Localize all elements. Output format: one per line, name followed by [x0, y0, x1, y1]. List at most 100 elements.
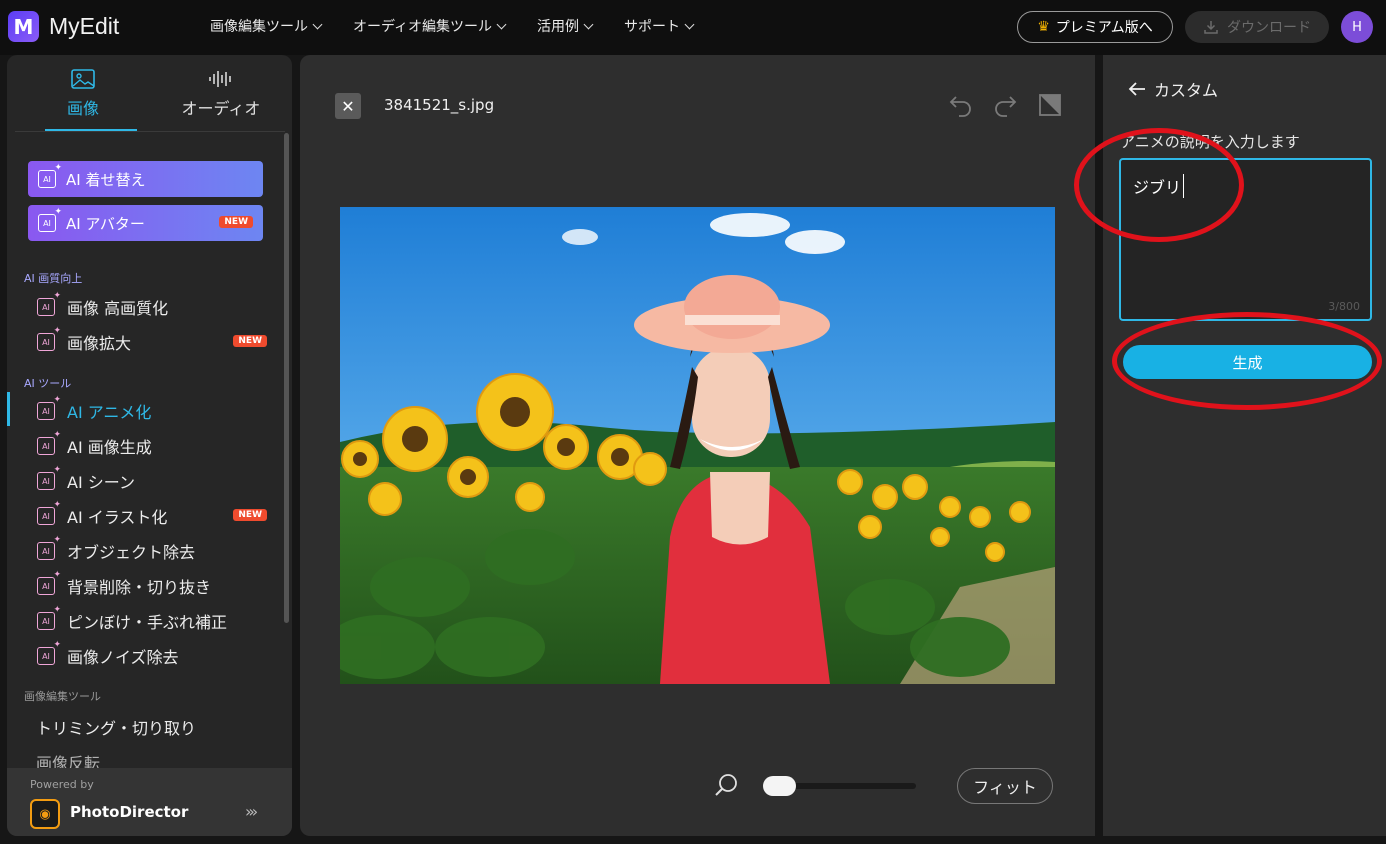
sidebar-item-ai-avatar[interactable]: AI AI アバター NEW: [28, 205, 263, 241]
redo-icon[interactable]: [992, 93, 1018, 117]
sidebar-item-ai-anime[interactable]: AI AI アニメ化: [37, 395, 267, 426]
back-label: カスタム: [1154, 81, 1219, 100]
sidebar-item-label: AI シーン: [67, 473, 135, 492]
ai-sparkle-icon: AI: [37, 500, 61, 525]
download-label: ダウンロード: [1227, 20, 1311, 36]
nav-use-cases[interactable]: 活用例: [537, 16, 594, 36]
settings-panel: カスタム アニメの説明を入力します ジブリ 3/800 生成: [1103, 55, 1386, 836]
powered-by-label: Powered by: [30, 778, 94, 791]
new-badge: NEW: [233, 509, 267, 521]
tab-audio-label: オーディオ: [181, 99, 261, 118]
nav-support[interactable]: サポート: [624, 16, 695, 36]
premium-button[interactable]: ♛ プレミアム版へ: [1017, 11, 1173, 43]
ai-sparkle-icon: AI: [37, 605, 61, 630]
section-title: 画像編集ツール: [24, 690, 101, 703]
chevron-down-icon: [684, 19, 695, 29]
nav-label: 活用例: [537, 19, 580, 35]
sidebar-item-label: 画像 高画質化: [67, 299, 169, 318]
new-badge: NEW: [233, 335, 267, 347]
back-button[interactable]: カスタム: [1128, 77, 1218, 101]
photo-sunflower-girl: [340, 207, 1055, 684]
waveform-icon: [209, 71, 231, 87]
nav-label: オーディオ編集ツール: [353, 19, 493, 35]
crown-icon: ♛: [1037, 19, 1050, 35]
sidebar-item-ai-image-gen[interactable]: AI AI 画像生成: [37, 430, 267, 461]
section-title: AI ツール: [24, 377, 72, 390]
ai-sparkle-icon: AI: [37, 291, 61, 316]
tab-image[interactable]: 画像: [37, 69, 129, 119]
chevron-down-icon: [583, 19, 594, 29]
sidebar-item-enlarge[interactable]: AI 画像拡大 NEW: [37, 326, 267, 357]
undo-icon[interactable]: [948, 93, 974, 117]
nav-label: 画像編集ツール: [210, 19, 308, 35]
main-nav: 画像編集ツール オーディオ編集ツール 活用例 サポート: [210, 16, 725, 36]
image-icon: [71, 69, 95, 89]
sidebar-item-crop[interactable]: トリミング・切り取り: [36, 715, 196, 739]
compare-icon[interactable]: [1038, 93, 1062, 117]
sidebar-item-deblur[interactable]: AI ピンぼけ・手ぶれ補正: [37, 605, 267, 636]
generate-button[interactable]: 生成: [1123, 345, 1372, 379]
prompt-label: アニメの説明を入力します: [1120, 133, 1300, 151]
download-button[interactable]: ダウンロード: [1185, 11, 1329, 43]
photodirector-logo-icon: ◉: [30, 799, 60, 829]
nav-image-tools[interactable]: 画像編集ツール: [210, 16, 323, 36]
top-bar: M MyEdit 画像編集ツール オーディオ編集ツール 活用例 サポート ♛ プ…: [0, 0, 1386, 55]
editor-canvas-area: ✕ 3841521_s.jpg フィット: [300, 55, 1095, 836]
prompt-textarea[interactable]: ジブリ 3/800: [1119, 158, 1372, 321]
premium-label: プレミアム版へ: [1055, 20, 1153, 36]
ai-sparkle-icon: AI: [38, 207, 62, 232]
tab-audio[interactable]: オーディオ: [175, 69, 267, 119]
media-tabs: 画像 オーディオ: [15, 55, 285, 132]
active-item-indicator: [7, 392, 10, 426]
chevrons-right-icon: ›››: [245, 802, 258, 821]
sidebar-item-label: 画像拡大: [67, 334, 132, 353]
app-logo[interactable]: M MyEdit: [8, 11, 119, 42]
ai-sparkle-icon: AI: [37, 465, 61, 490]
arrow-left-icon: [1128, 82, 1145, 96]
sidebar-item-label: 背景削除・切り抜き: [67, 578, 212, 597]
ai-sparkle-icon: AI: [37, 535, 61, 560]
prompt-value: ジブリ: [1133, 174, 1185, 198]
sidebar-item-label: AI 着せ替え: [66, 170, 146, 189]
file-name: 3841521_s.jpg: [384, 96, 495, 114]
char-counter: 3/800: [1328, 300, 1360, 313]
ai-sparkle-icon: AI: [37, 570, 61, 595]
download-icon: [1204, 21, 1218, 34]
sidebar-item-label: ピンぼけ・手ぶれ補正: [67, 613, 228, 632]
sidebar-item-ai-scene[interactable]: AI AI シーン: [37, 465, 267, 496]
ai-sparkle-icon: AI: [38, 163, 62, 188]
ai-sparkle-icon: AI: [37, 430, 61, 455]
sidebar-item-label: AI イラスト化: [67, 508, 168, 527]
zoom-slider-handle[interactable]: [763, 776, 796, 796]
powered-by-panel[interactable]: Powered by ◉ PhotoDirector ›››: [7, 768, 292, 836]
sidebar-scrollbar[interactable]: [284, 133, 289, 623]
nav-audio-tools[interactable]: オーディオ編集ツール: [353, 16, 507, 36]
chevron-down-icon: [496, 19, 507, 29]
sidebar-item-ai-illustration[interactable]: AI AI イラスト化 NEW: [37, 500, 267, 531]
sidebar-item-denoise[interactable]: AI 画像ノイズ除去: [37, 640, 267, 671]
sidebar-item-label: AI 画像生成: [67, 438, 152, 457]
uploaded-photo: [340, 207, 1055, 684]
avatar[interactable]: H: [1341, 11, 1373, 43]
active-tab-indicator: [45, 129, 137, 131]
sidebar-item-upscale-quality[interactable]: AI 画像 高画質化: [37, 291, 267, 322]
zoom-icon: [715, 774, 737, 796]
sidebar-item-label: AI アバター: [66, 214, 145, 233]
sidebar-item-background-removal[interactable]: AI 背景削除・切り抜き: [37, 570, 267, 601]
sidebar-item-label: AI アニメ化: [67, 403, 152, 422]
tab-image-label: 画像: [66, 99, 99, 118]
ai-sparkle-icon: AI: [37, 326, 61, 351]
logo-mark-icon: M: [8, 11, 39, 42]
sidebar-item-ai-outfit[interactable]: AI AI 着せ替え: [28, 161, 263, 197]
nav-label: サポート: [624, 19, 681, 35]
app-name: MyEdit: [49, 13, 120, 39]
sidebar-item-object-removal[interactable]: AI オブジェクト除去: [37, 535, 267, 566]
ai-sparkle-icon: AI: [37, 395, 61, 420]
section-title: AI 画質向上: [24, 272, 83, 285]
fit-button[interactable]: フィット: [957, 768, 1053, 804]
close-button[interactable]: ✕: [335, 93, 361, 119]
new-badge: NEW: [219, 216, 253, 228]
ai-sparkle-icon: AI: [37, 640, 61, 665]
powered-product-name: PhotoDirector: [70, 803, 189, 821]
sidebar-item-label: 画像ノイズ除去: [67, 648, 179, 667]
